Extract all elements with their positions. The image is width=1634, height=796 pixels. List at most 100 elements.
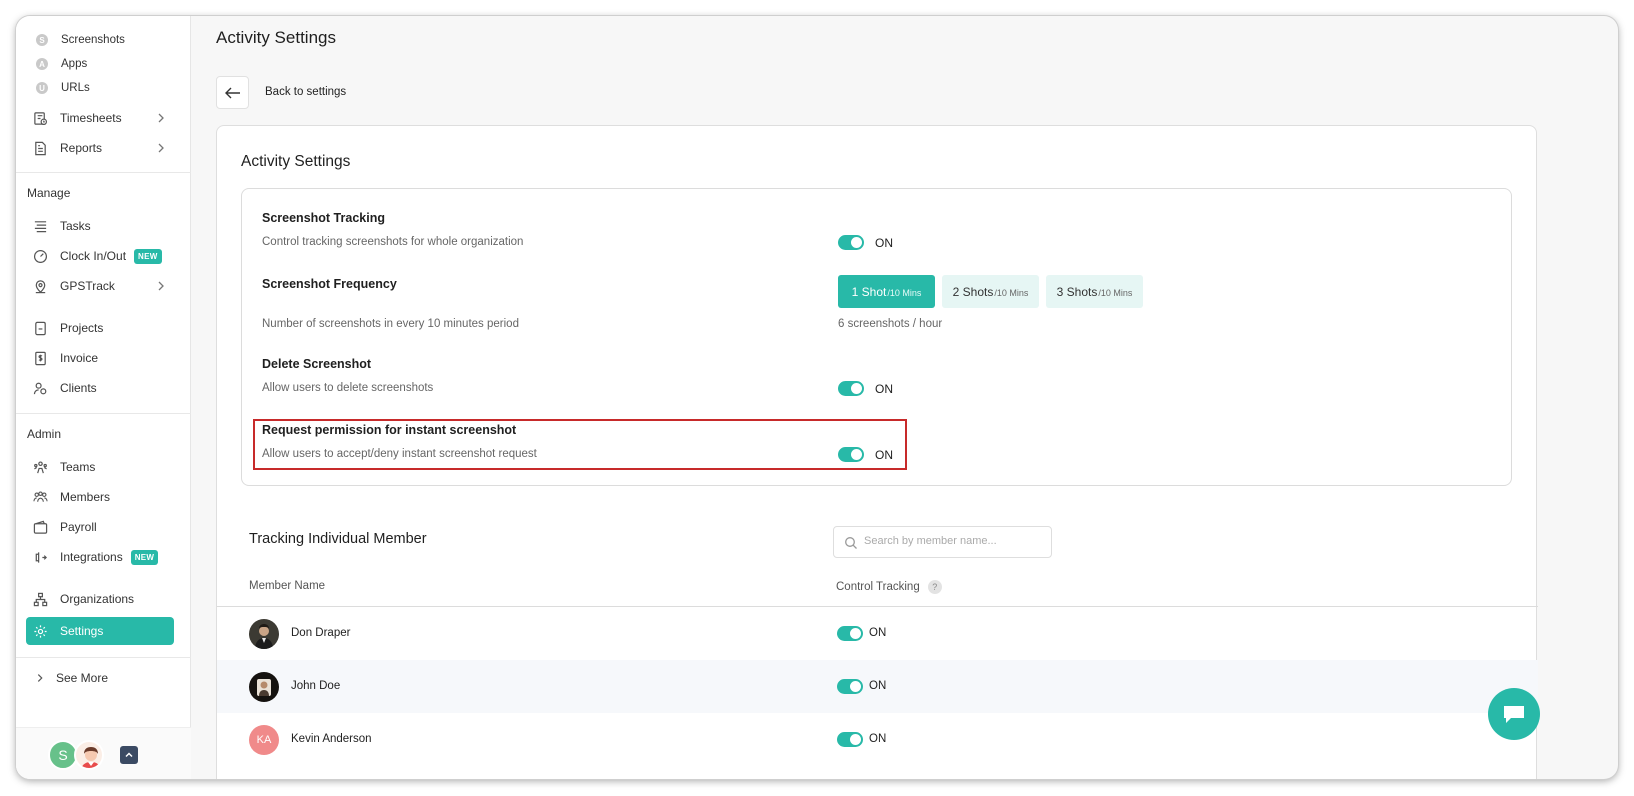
sidebar-item-label: Timesheets [60, 111, 122, 125]
sidebar-item-integrations[interactable]: Integrations NEW [26, 543, 174, 571]
back-button[interactable] [216, 76, 249, 109]
chevron-right-icon [158, 143, 164, 153]
sidebar-item-label: Clock In/Out [60, 249, 127, 263]
sidebar-item-label: Tasks [60, 219, 91, 233]
apps-icon: A [36, 58, 48, 70]
sidebar-item-timesheets[interactable]: Timesheets [26, 104, 174, 132]
frequency-option-2-shots[interactable]: 2 Shots/10 Mins [942, 275, 1039, 308]
new-badge: NEW [134, 248, 162, 264]
members-icon [32, 489, 48, 505]
expand-up-button[interactable] [120, 746, 138, 764]
sidebar-item-gpstrack[interactable]: GPSTrack [26, 272, 174, 300]
urls-icon: U [36, 82, 48, 94]
card-title: Activity Settings [241, 153, 351, 170]
table-row: Don Draper ON [217, 607, 1538, 660]
option-sub-label: /10 Mins [887, 288, 922, 298]
sidebar-item-payroll[interactable]: Payroll [26, 513, 174, 541]
sidebar-item-label: Members [60, 490, 111, 504]
section-label-admin: Admin [27, 427, 62, 441]
toggle-state-label: ON [869, 627, 887, 639]
sidebar-item-teams[interactable]: Teams [26, 453, 174, 481]
chat-bubble-icon [1504, 706, 1524, 723]
setting-description: Control tracking screenshots for whole o… [262, 236, 524, 248]
sidebar-item-urls[interactable]: U URLs [36, 77, 90, 99]
sidebar-item-screenshots[interactable]: S Screenshots [36, 29, 125, 51]
section-label-manage: Manage [27, 186, 71, 200]
sidebar-item-reports[interactable]: Reports [26, 134, 174, 162]
sidebar-item-label: Integrations [60, 550, 123, 564]
sidebar-item-projects[interactable]: Projects [26, 314, 174, 342]
member-tracking-toggle[interactable] [837, 732, 863, 747]
sidebar-item-label: GPSTrack [60, 279, 115, 293]
sidebar-footer: S [16, 727, 191, 779]
sidebar-item-tasks[interactable]: Tasks [26, 212, 174, 240]
column-header-control: Control Tracking? [836, 580, 942, 594]
member-name: Kevin Anderson [291, 733, 372, 745]
arrow-left-icon [224, 87, 240, 98]
teams-icon [32, 459, 48, 475]
user-avatar[interactable] [74, 740, 104, 770]
main-content: Activity Settings Back to settings Activ… [191, 16, 1618, 779]
column-header-label: Control Tracking [836, 581, 920, 594]
chevron-right-icon [32, 670, 48, 686]
column-header-member: Member Name [249, 580, 326, 592]
setting-title: Request permission for instant screensho… [262, 423, 517, 437]
see-more-button[interactable]: See More [26, 664, 174, 692]
frequency-option-1-shot[interactable]: 1 Shot/10 Mins [838, 275, 935, 308]
member-tracking-toggle[interactable] [837, 626, 863, 641]
frequency-option-3-shots[interactable]: 3 Shots/10 Mins [1046, 275, 1143, 308]
organizations-icon [32, 591, 48, 607]
sidebar-item-label: Settings [60, 624, 104, 638]
screenshot-tracking-toggle[interactable] [838, 235, 864, 250]
sidebar-item-organizations[interactable]: Organizations [26, 585, 174, 613]
search-input[interactable] [864, 535, 1044, 547]
search-icon [845, 537, 857, 549]
page-title: Activity Settings [216, 28, 336, 47]
sidebar-item-apps[interactable]: A Apps [36, 53, 87, 75]
option-main-label: 3 Shots [1056, 285, 1098, 299]
instant-screenshot-toggle[interactable] [838, 447, 864, 462]
integrations-icon [32, 549, 48, 565]
option-sub-label: /10 Mins [1098, 288, 1133, 298]
table-row: KA Kevin Anderson ON [217, 713, 1538, 766]
help-icon[interactable]: ? [927, 580, 942, 594]
sidebar-item-clients[interactable]: Clients [26, 374, 174, 402]
sidebar-item-clock[interactable]: Clock In/Out NEW [26, 242, 174, 270]
sidebar-item-label: URLs [61, 82, 90, 94]
delete-screenshot-toggle[interactable] [838, 381, 864, 396]
chevron-up-icon [125, 752, 133, 758]
clients-icon [32, 380, 48, 396]
setting-title: Screenshot Tracking [262, 211, 385, 225]
sidebar-item-label: Screenshots [61, 34, 125, 46]
sidebar-item-label: Payroll [60, 520, 97, 534]
screenshots-icon: S [36, 34, 48, 46]
chat-button[interactable] [1488, 688, 1540, 740]
toggle-state-label: ON [875, 236, 893, 250]
sidebar-item-label: See More [56, 671, 109, 685]
chevron-right-icon [158, 113, 164, 123]
toggle-state-label: ON [869, 733, 887, 745]
toggle-state-label: ON [875, 382, 893, 396]
sidebar-divider [16, 657, 191, 658]
sidebar-divider [16, 413, 191, 414]
sidebar-item-invoice[interactable]: Invoice [26, 344, 174, 372]
back-to-settings-link[interactable]: Back to settings [265, 86, 346, 98]
sidebar-item-label: Reports [60, 141, 103, 155]
chevron-right-icon [158, 281, 164, 291]
setting-description: Allow users to delete screenshots [262, 382, 434, 394]
timesheet-icon [32, 110, 48, 126]
sidebar-item-members[interactable]: Members [26, 483, 174, 511]
members-section-title: Tracking Individual Member [249, 531, 427, 547]
activity-settings-card: Activity Settings Screenshot Tracking Co… [216, 125, 1538, 779]
setting-title: Screenshot Frequency [262, 277, 397, 291]
avatar: KA [249, 725, 279, 755]
setting-description: Allow users to accept/deny instant scree… [262, 448, 537, 460]
sidebar-item-settings[interactable]: Settings [26, 617, 174, 645]
member-name: John Doe [291, 680, 341, 692]
sidebar-item-label: Projects [60, 321, 104, 335]
option-sub-label: /10 Mins [994, 288, 1029, 298]
table-row: John Doe ON [217, 660, 1538, 713]
sidebar-item-label: Organizations [60, 592, 135, 606]
sidebar: S Screenshots A Apps U URLs Timesheets R… [16, 16, 191, 779]
member-tracking-toggle[interactable] [837, 679, 863, 694]
